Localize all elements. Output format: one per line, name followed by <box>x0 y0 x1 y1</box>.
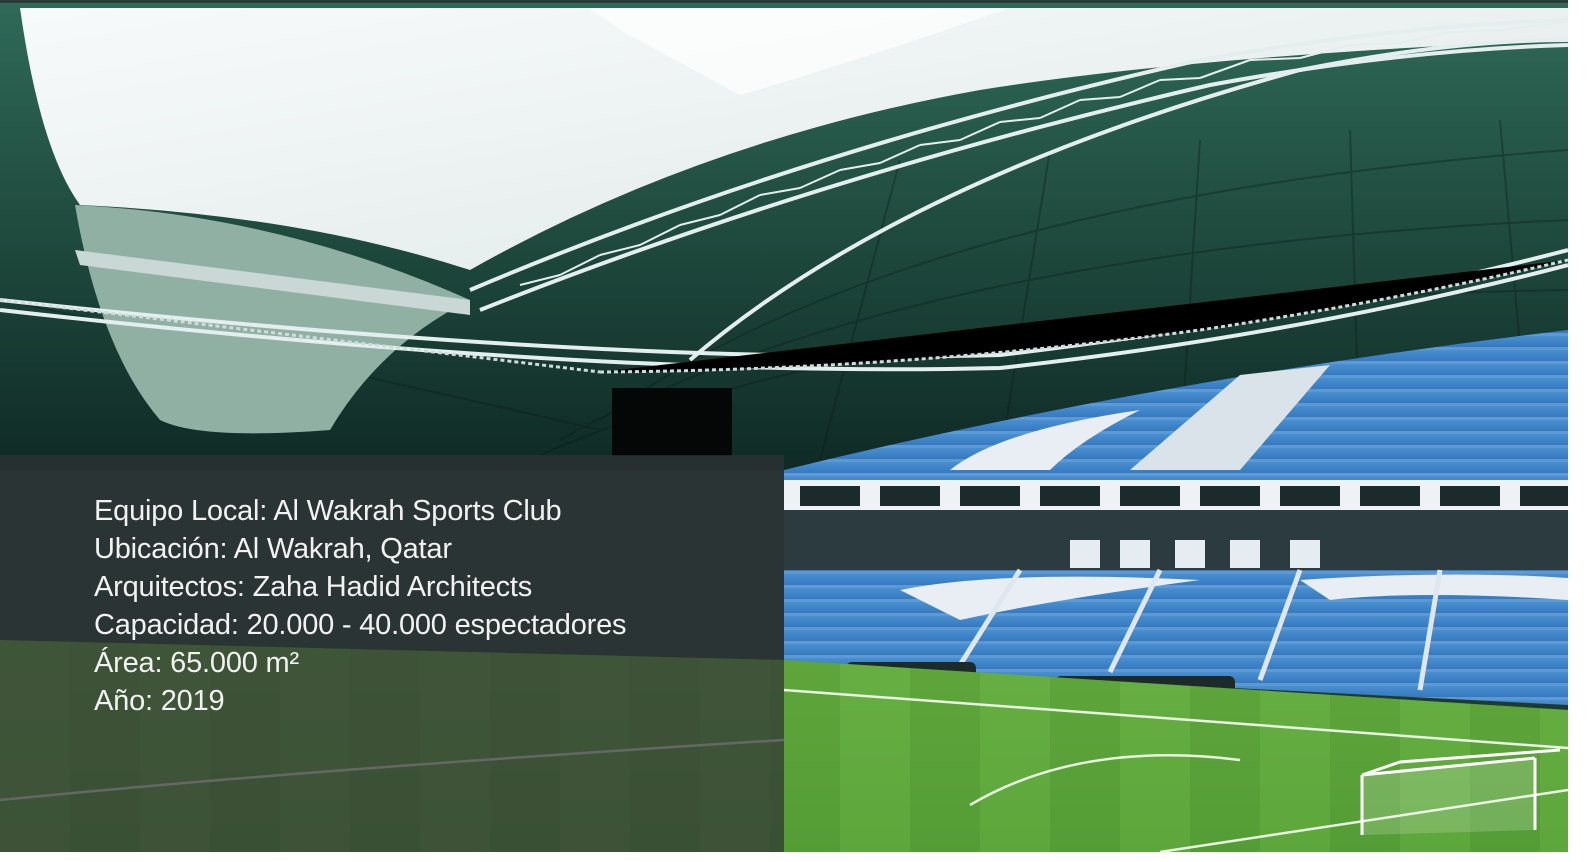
info-team: Equipo Local: Al Wakrah Sports Club <box>94 495 562 527</box>
info-year: Año: 2019 <box>94 685 225 717</box>
stadium-info: Equipo Local: Al Wakrah Sports Club Ubic… <box>94 492 627 720</box>
info-capacity: Capacidad: 20.000 - 40.000 espectadores <box>94 609 627 641</box>
scoreboard <box>612 388 732 456</box>
info-architects: Arquitectos: Zaha Hadid Architects <box>94 571 533 603</box>
top-edge-strip <box>0 0 1568 3</box>
info-location: Ubicación: Al Wakrah, Qatar <box>94 533 452 565</box>
info-area: Área: 65.000 m² <box>94 647 299 679</box>
